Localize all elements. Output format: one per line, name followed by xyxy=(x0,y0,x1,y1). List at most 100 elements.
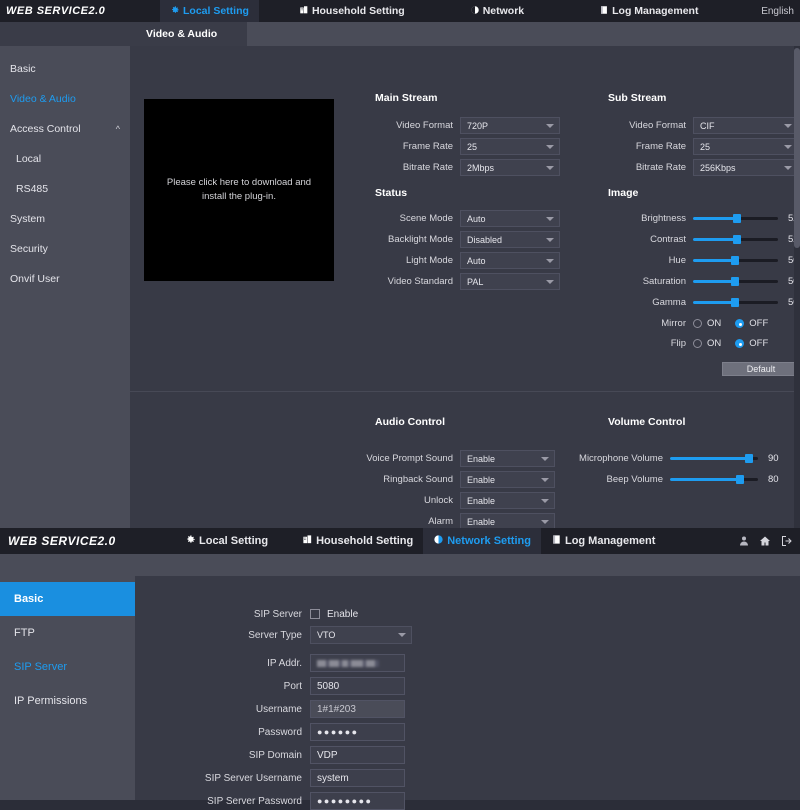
main-video-format-select[interactable]: 720P xyxy=(460,117,560,134)
slider-knob[interactable] xyxy=(733,235,741,244)
nav-tab-local-setting[interactable]: Local Setting xyxy=(160,0,259,22)
nav2-tab-local-setting[interactable]: Local Setting xyxy=(175,528,278,554)
sub-frame-rate-select[interactable]: 25 xyxy=(693,138,798,155)
nav2-tab-log-management[interactable]: Log Management xyxy=(541,528,665,554)
slider-control[interactable]: 52 xyxy=(693,234,800,245)
user-icon[interactable] xyxy=(738,535,750,547)
slider-knob[interactable] xyxy=(733,214,741,223)
field-label: SIP Domain xyxy=(248,749,302,761)
sidebar-item-access-control[interactable]: Access Control ^ xyxy=(0,114,130,144)
slider-knob[interactable] xyxy=(731,277,739,286)
sidebar-item-local[interactable]: Local xyxy=(0,144,130,174)
slider-microphone-volume: Microphone Volume 90 xyxy=(560,450,782,467)
toggle-mirror: Mirror ON OFF xyxy=(608,315,782,332)
slider-knob[interactable] xyxy=(731,298,739,307)
mirror-on-label: ON xyxy=(707,318,722,329)
scene-mode-select[interactable]: Auto xyxy=(460,210,560,227)
sidebar2-item-sip-server[interactable]: SIP Server xyxy=(0,650,135,684)
nav2-tab-household-setting[interactable]: Household Setting xyxy=(292,528,423,554)
window-network-setting: WEB SERVICE2.0 Local Setting Household S… xyxy=(0,528,800,810)
slider-track[interactable] xyxy=(670,475,758,484)
mirror-radio-group: ON OFF xyxy=(693,318,782,329)
slider-track[interactable] xyxy=(693,298,778,307)
sidebar2-item-basic[interactable]: Basic xyxy=(0,582,135,616)
slider-control[interactable]: 52 xyxy=(693,213,800,224)
logout-icon[interactable] xyxy=(780,535,794,547)
field-sip-server-password: SIP Server Password ●●●●●●●● xyxy=(200,792,405,810)
book-icon xyxy=(599,5,609,18)
slider-control[interactable]: 50 xyxy=(693,276,800,287)
nav-tab-label: Log Management xyxy=(564,535,656,547)
slider-control[interactable]: 50 xyxy=(693,255,800,266)
nav2-tab-network-setting[interactable]: Network Setting xyxy=(423,528,541,554)
sidebar-item-security[interactable]: Security xyxy=(0,234,130,264)
chevron-down-icon xyxy=(541,498,549,503)
chevron-down-icon xyxy=(546,165,554,170)
sip-server-enable-checkbox[interactable] xyxy=(310,609,320,619)
home-icon[interactable] xyxy=(759,535,771,547)
slider-track[interactable] xyxy=(670,454,758,463)
sidebar2-item-ftp[interactable]: FTP xyxy=(0,616,135,650)
language-selector[interactable]: English xyxy=(761,6,800,17)
slider-knob[interactable] xyxy=(736,475,744,484)
mirror-radio-on[interactable] xyxy=(693,319,702,328)
video-standard-select[interactable]: PAL xyxy=(460,273,560,290)
select-value: Enable xyxy=(467,516,496,527)
main-frame-rate-select[interactable]: 25 xyxy=(460,138,560,155)
select-value: 2Mbps xyxy=(467,162,495,173)
sub-bitrate-rate-select[interactable]: 256Kbps xyxy=(693,159,798,176)
backlight-mode-select[interactable]: Disabled xyxy=(460,231,560,248)
slider-track[interactable] xyxy=(693,214,778,223)
video-preview-plugin-prompt[interactable]: Please click here to download and instal… xyxy=(144,99,334,281)
sidebar-item-onvif-user[interactable]: Onvif User xyxy=(0,264,130,294)
sidebar2-item-ip-permissions[interactable]: IP Permissions xyxy=(0,684,135,718)
slider-knob[interactable] xyxy=(731,256,739,265)
nav-tab-network[interactable]: Network xyxy=(460,0,534,22)
field-port: Port 5080 xyxy=(200,677,405,695)
window2-content: SIP Server Enable Server Type VTO IP Add… xyxy=(135,576,800,810)
field-label: Alarm xyxy=(428,516,453,527)
nav-tab-household-setting[interactable]: Household Setting xyxy=(289,0,415,22)
tabstrip-spacer xyxy=(0,22,130,46)
field-label: IP Addr. xyxy=(267,657,302,669)
sidebar-item-label: RS485 xyxy=(16,183,49,195)
sip-server-enable-label: Enable xyxy=(327,608,359,620)
slider-track[interactable] xyxy=(693,256,778,265)
flip-radio-off[interactable] xyxy=(735,339,745,348)
field-light-mode: Light Mode Auto xyxy=(375,252,560,269)
voice-prompt-sound-select[interactable]: Enable xyxy=(460,450,555,467)
main-bitrate-rate-select[interactable]: 2Mbps xyxy=(460,159,560,176)
default-button[interactable]: Default xyxy=(722,362,800,376)
sidebar-item-system[interactable]: System xyxy=(0,204,130,234)
sub-video-format-select[interactable]: CIF xyxy=(693,117,798,134)
content-scrollbar[interactable] xyxy=(794,46,800,532)
mirror-radio-off[interactable] xyxy=(735,319,745,328)
sidebar-item-rs485[interactable]: RS485 xyxy=(0,174,130,204)
slider-track[interactable] xyxy=(693,277,778,286)
light-mode-select[interactable]: Auto xyxy=(460,252,560,269)
ip-addr-input[interactable] xyxy=(310,654,405,672)
slider-control[interactable]: 90 xyxy=(670,453,782,464)
slider-control[interactable]: 80 xyxy=(670,474,782,485)
server-type-select[interactable]: VTO xyxy=(310,626,412,644)
slider-knob[interactable] xyxy=(745,454,753,463)
sip-server-username-input[interactable]: system xyxy=(310,769,405,787)
ringback-sound-select[interactable]: Enable xyxy=(460,471,555,488)
slider-saturation: Saturation 50 xyxy=(608,273,800,290)
sip-server-password-input[interactable]: ●●●●●●●● xyxy=(310,792,405,810)
sip-domain-input[interactable]: VDP xyxy=(310,746,405,764)
username-input[interactable]: 1#1#203 xyxy=(310,700,405,718)
port-input[interactable]: 5080 xyxy=(310,677,405,695)
nav-tab-log-management[interactable]: Log Management xyxy=(589,0,708,22)
tab-video-and-audio[interactable]: Video & Audio xyxy=(130,22,248,46)
scrollbar-thumb[interactable] xyxy=(794,48,800,248)
slider-track[interactable] xyxy=(693,235,778,244)
field-main-video-format: Video Format 720P xyxy=(375,117,560,134)
slider-control[interactable]: 50 xyxy=(693,297,800,308)
unlock-select[interactable]: Enable xyxy=(460,492,555,509)
sidebar-item-video-audio[interactable]: Video & Audio xyxy=(0,84,130,114)
flip-radio-on[interactable] xyxy=(693,339,702,348)
password-input[interactable]: ●●●●●● xyxy=(310,723,405,741)
sidebar-item-basic[interactable]: Basic xyxy=(0,54,130,84)
select-value: Enable xyxy=(467,453,496,464)
